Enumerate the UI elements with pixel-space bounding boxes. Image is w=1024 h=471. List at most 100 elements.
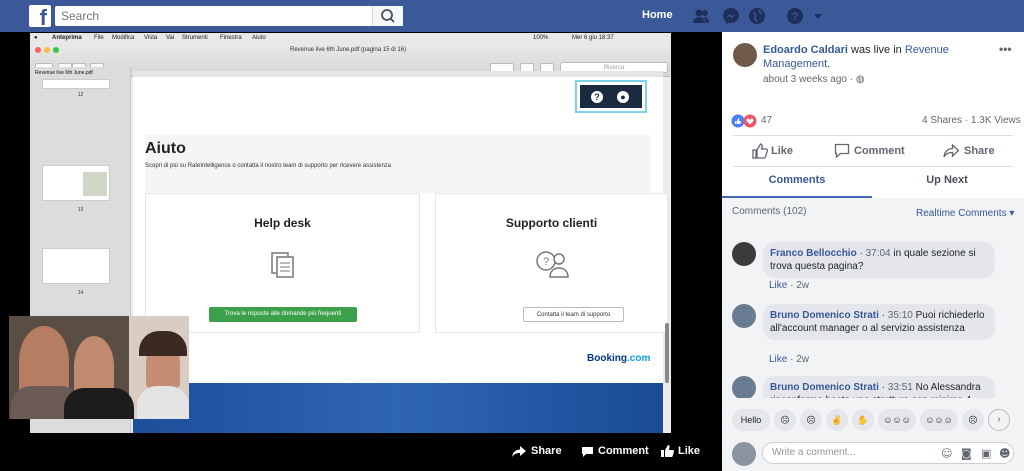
comment-bubble: Bruno Domenico Strati · 35:10 Puoi richi… xyxy=(763,304,995,340)
share-button[interactable]: Share xyxy=(964,145,995,157)
page-thumbnail xyxy=(42,165,110,201)
video-share-button[interactable]: Share xyxy=(531,445,562,457)
comment-bubble: Franco Bellocchio · 37:04 in quale sezio… xyxy=(763,242,995,278)
comments-filter-dropdown[interactable]: Realtime Comments ▾ xyxy=(916,208,1014,219)
post-time[interactable]: about 3 weeks ago · ◍ xyxy=(763,74,865,85)
video-comment-button[interactable]: Comment xyxy=(598,445,649,457)
quick-reply-hello[interactable]: Hello xyxy=(732,409,770,431)
gif-icon[interactable]: ▣ xyxy=(981,447,991,460)
svg-text:?: ? xyxy=(792,11,799,23)
reaction-count[interactable]: 47 xyxy=(761,115,772,126)
commenter-avatar[interactable] xyxy=(732,304,756,328)
reactions-icons[interactable] xyxy=(731,114,759,128)
chevron-down-icon: ▾ xyxy=(1009,208,1015,219)
messenger-icon[interactable] xyxy=(722,7,740,25)
help-question-icon: ? xyxy=(591,91,603,103)
facebook-top-bar: f Home ? xyxy=(0,0,1024,32)
quick-reply-emoji[interactable]: ☺☺☺ xyxy=(878,409,916,431)
comment-age: 2w xyxy=(796,280,810,291)
comments-count: Comments (102) xyxy=(732,206,807,217)
write-comment-placeholder: Write a comment... xyxy=(772,447,856,458)
share-view-count[interactable]: 4 Shares · 1.3K Views xyxy=(922,115,1021,126)
comment-like-link[interactable]: Like xyxy=(769,280,787,291)
comment-icon xyxy=(834,143,850,159)
commenter-avatar[interactable] xyxy=(732,242,756,266)
commenter-avatar[interactable] xyxy=(732,376,756,398)
clock: Mer 6 giu 18:37 xyxy=(572,35,614,41)
svg-text:?: ? xyxy=(542,256,548,268)
battery-status: 100% xyxy=(533,35,549,41)
divider xyxy=(733,135,1013,136)
commenter-name[interactable]: Franco Bellocchio xyxy=(770,248,857,259)
menu-file: File xyxy=(94,35,104,41)
booking-logo-name: Booking xyxy=(587,353,627,364)
tab-comments[interactable]: Comments xyxy=(722,174,872,186)
pdf-page: ? ● Aiuto Scopri di più su RateIntellige… xyxy=(133,71,668,433)
comment-meta: Like · 2w xyxy=(769,354,810,365)
comment-bubble: Bruno Domenico Strati · 33:51 No Alessan… xyxy=(763,376,995,398)
next-page-preview xyxy=(133,383,663,433)
menu-window: Finestra xyxy=(220,35,242,41)
quick-replies-scroll-icon[interactable]: › xyxy=(988,409,1010,431)
notifications-globe-icon[interactable] xyxy=(748,7,766,25)
facebook-search-input[interactable] xyxy=(55,6,403,26)
sticker-icon[interactable]: ☻ xyxy=(999,447,1010,460)
like-thumb-icon xyxy=(752,143,768,159)
search-button[interactable] xyxy=(372,6,403,26)
menu-app: Anteprima xyxy=(52,35,82,41)
comment-age: 2w xyxy=(796,354,810,365)
quick-reply-emoji[interactable]: ☹ xyxy=(774,409,796,431)
like-button[interactable]: Like xyxy=(771,145,793,157)
comment-timestamp[interactable]: 35:10 xyxy=(888,310,913,321)
comment-bubble-icon xyxy=(582,447,593,457)
menu-edit: Modifica xyxy=(112,35,135,41)
comments-area: Comments (102) Realtime Comments ▾ Franc… xyxy=(722,198,1024,471)
comment-meta: Like · 2w xyxy=(769,280,810,291)
share-arrow-icon xyxy=(512,446,526,457)
thumbnail-page-number: 14 xyxy=(77,290,84,296)
tab-up-next[interactable]: Up Next xyxy=(872,174,1022,186)
friend-requests-icon[interactable] xyxy=(692,7,710,25)
post-header: Edoardo Caldari was live in Revenue Mana… xyxy=(722,32,1024,135)
help-account-icons-highlight: ? ● xyxy=(575,80,647,113)
emoji-icon[interactable]: ☺ xyxy=(941,447,952,460)
author-name-link[interactable]: Edoardo Caldari xyxy=(763,44,848,56)
comment-timestamp[interactable]: 37:04 xyxy=(866,248,891,259)
commenter-name[interactable]: Bruno Domenico Strati xyxy=(770,382,879,393)
post-options-icon[interactable]: ••• xyxy=(999,42,1012,56)
pdf-scrollbar xyxy=(665,323,669,383)
page-thumbnail xyxy=(42,79,110,89)
write-comment-input[interactable]: Write a comment... ☺ ◙ ▣ ☻ xyxy=(762,442,1014,464)
user-account-icon: ● xyxy=(617,91,629,103)
account-menu-chevron-down-icon[interactable] xyxy=(812,10,824,22)
facebook-logo-icon[interactable]: f xyxy=(29,5,51,27)
commenter-name[interactable]: Bruno Domenico Strati xyxy=(770,310,879,321)
camera-icon[interactable]: ◙ xyxy=(961,447,972,460)
quick-reply-emoji[interactable]: ☺☺☺ xyxy=(920,409,958,431)
faq-button: Trova le risposte alle domande più frequ… xyxy=(209,307,357,322)
booking-logo: Booking.com xyxy=(587,353,650,364)
comment-button[interactable]: Comment xyxy=(854,145,905,157)
quick-reply-emoji[interactable]: ✋ xyxy=(852,409,874,431)
menu-go: Vai xyxy=(166,35,175,41)
participant-2 xyxy=(74,336,114,396)
comment-like-link[interactable]: Like xyxy=(769,354,787,365)
booking-logo-tld: .com xyxy=(627,353,651,364)
quick-reply-emoji[interactable]: ☹ xyxy=(962,409,984,431)
comments-filter-label: Realtime Comments xyxy=(916,208,1007,219)
comment-timestamp[interactable]: 33:51 xyxy=(888,382,913,393)
menu-help: Aiuto xyxy=(252,35,266,41)
share-count: 4 Shares xyxy=(922,115,963,126)
comment-item: Bruno Domenico Strati · 33:51 No Alessan… xyxy=(732,376,1012,398)
help-icon[interactable]: ? xyxy=(786,7,804,25)
aiuto-title: Aiuto xyxy=(145,140,186,157)
sidebar-filename: Revenue live 6th June.pdf xyxy=(35,70,93,76)
video-like-button[interactable]: Like xyxy=(678,445,700,457)
webcam-overlay xyxy=(9,316,189,419)
aiuto-subtitle: Scopri di più su RateIntelligence o cont… xyxy=(145,163,392,169)
quick-reply-emoji[interactable]: ✌ xyxy=(826,409,848,431)
post-time-label: about 3 weeks ago xyxy=(763,74,847,85)
home-link[interactable]: Home xyxy=(642,9,673,21)
quick-reply-emoji[interactable]: ☹ xyxy=(800,409,822,431)
author-avatar[interactable] xyxy=(733,43,757,67)
